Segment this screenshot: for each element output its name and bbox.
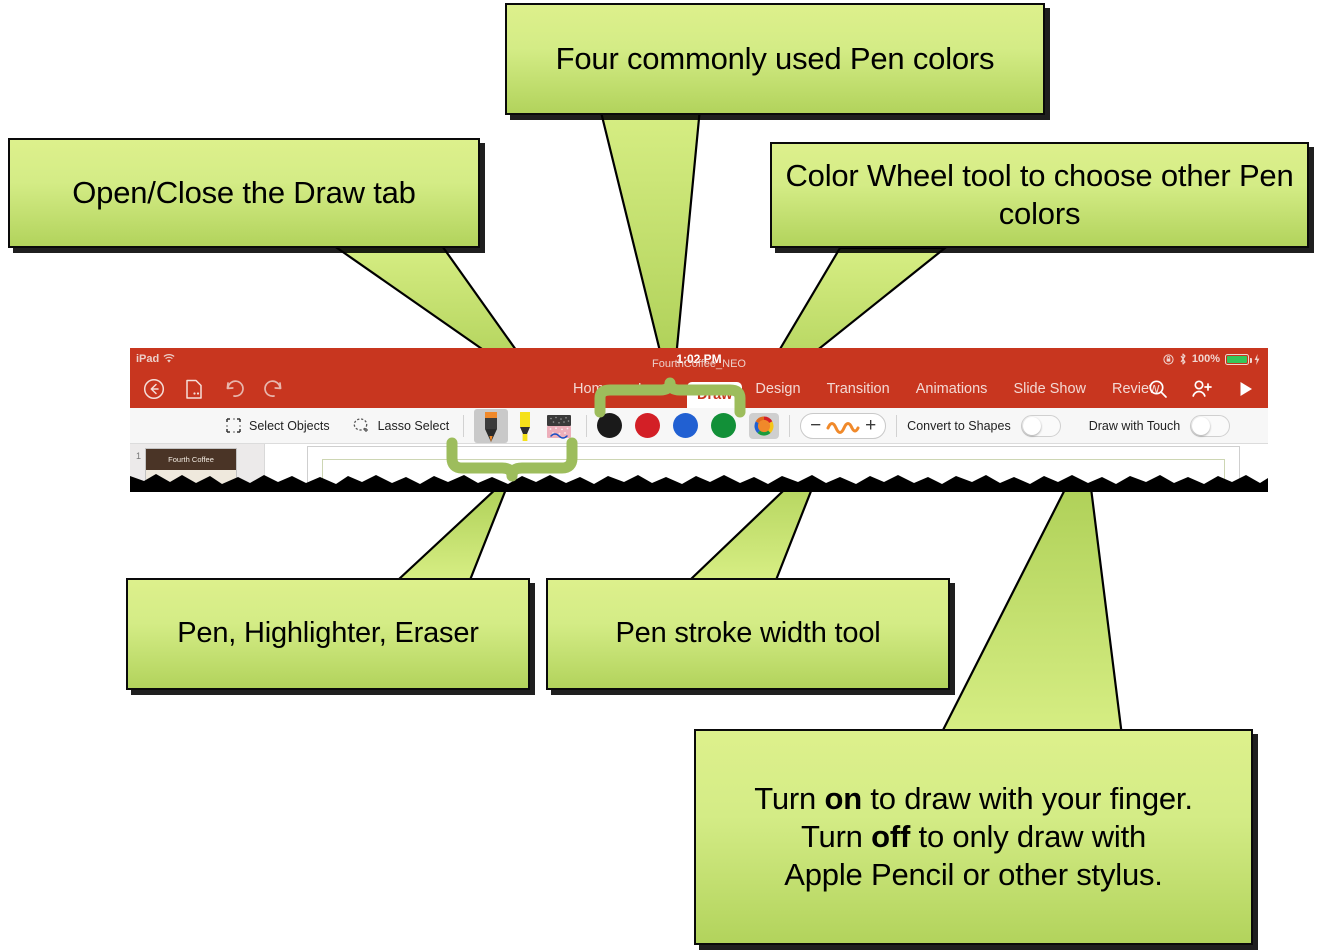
divider [789, 414, 791, 437]
color-swatch-blue[interactable] [673, 413, 699, 438]
width-decrease-button[interactable]: − [810, 416, 821, 435]
callout-pen-colors: Four commonly used Pen colors [505, 3, 1045, 115]
divider [896, 414, 898, 437]
callout-draw-tab: Open/Close the Draw tab [8, 138, 480, 248]
back-arrow-icon[interactable] [142, 377, 166, 401]
draw-with-touch-label: Draw with Touch [1088, 418, 1181, 433]
tab-animations[interactable]: Animations [903, 370, 1001, 408]
dwt-l1a: Turn [754, 781, 825, 817]
width-increase-button[interactable]: + [865, 416, 876, 435]
ribbon-right-actions [1146, 377, 1258, 401]
slide-thumbnail-title: Fourth Coffee [146, 449, 237, 470]
ipad-powerpoint-screenshot: iPad 1:02 PM 100% FourthCoffee_NEO Home … [130, 348, 1268, 488]
tab-slide-show[interactable]: Slide Show [1000, 370, 1099, 408]
lasso-select-icon [353, 418, 368, 432]
color-wheel-icon [754, 416, 774, 436]
ppt-ribbon: FourthCoffee_NEO Home Insert Draw Design… [130, 358, 1268, 408]
callout-stroke-width-text: Pen stroke width tool [615, 617, 881, 650]
ribbon-tabs: Home Insert Draw Design Transition Anima… [560, 370, 1173, 408]
pen-color-swatches [597, 412, 780, 439]
eraser-icon [547, 414, 572, 439]
select-objects-button[interactable]: Select Objects [225, 417, 330, 434]
tab-home[interactable]: Home [560, 370, 625, 408]
highlighter-icon [520, 411, 531, 441]
eraser-tool-button[interactable] [542, 409, 576, 443]
callout-pen-tools: Pen, Highlighter, Eraser [126, 578, 530, 690]
ribbon-left-actions [130, 377, 286, 401]
tab-insert[interactable]: Insert [625, 370, 687, 408]
highlighter-tool-button[interactable] [508, 409, 542, 443]
pen-stroke-width-tool[interactable]: − + [800, 412, 887, 439]
dwt-on: on [824, 781, 862, 817]
color-wheel-button[interactable] [749, 412, 780, 439]
callout-pen-tools-text: Pen, Highlighter, Eraser [177, 617, 479, 650]
divider [586, 414, 588, 437]
callout-pen-colors-text: Four commonly used Pen colors [555, 41, 995, 77]
callout-draw-with-touch: Turn on to draw with your finger. Turn o… [694, 729, 1253, 945]
convert-to-shapes-toggle[interactable] [1020, 414, 1061, 437]
divider [463, 414, 465, 437]
select-objects-icon [226, 418, 241, 433]
pen-icon [485, 411, 498, 442]
callout-color-wheel-text: Color Wheel tool to choose other Pen col… [785, 158, 1294, 231]
annotated-screenshot: iPad 1:02 PM 100% FourthCoffee_NEO Home … [0, 0, 1317, 952]
color-swatch-black[interactable] [597, 413, 623, 438]
tab-transition[interactable]: Transition [814, 370, 903, 408]
dwt-l3: Apple Pencil or other stylus. [784, 856, 1163, 892]
undo-icon[interactable] [222, 377, 246, 401]
dwt-l1c: to draw with your finger. [861, 781, 1193, 817]
callout-stroke-width: Pen stroke width tool [546, 578, 950, 690]
callout-draw-tab-text: Open/Close the Draw tab [72, 175, 416, 211]
file-menu-icon[interactable] [182, 377, 206, 401]
dwt-l2a: Turn [800, 819, 872, 855]
pen-tool-button[interactable] [474, 408, 509, 443]
dwt-l2c: to only draw with [910, 819, 1147, 855]
document-name: FourthCoffee_NEO [652, 358, 746, 370]
search-icon[interactable] [1146, 377, 1170, 401]
wavy-stroke-icon [826, 421, 860, 434]
torn-paper-edge [130, 474, 1268, 492]
select-objects-label: Select Objects [249, 418, 330, 433]
convert-to-shapes-label: Convert to Shapes [907, 418, 1011, 433]
color-swatch-green[interactable] [711, 413, 737, 438]
draw-with-touch-toggle[interactable] [1190, 414, 1231, 437]
color-swatch-red[interactable] [635, 413, 661, 438]
tab-draw[interactable]: Draw [686, 382, 743, 408]
draw-toolbar: Select Objects Lasso Select − + Convert … [130, 408, 1268, 444]
dwt-off: off [871, 819, 911, 855]
lasso-select-button[interactable]: Lasso Select [352, 417, 450, 434]
lasso-select-label: Lasso Select [377, 418, 450, 433]
redo-icon[interactable] [262, 377, 286, 401]
play-slideshow-icon[interactable] [1234, 377, 1258, 401]
add-person-icon[interactable] [1190, 377, 1214, 401]
tab-design[interactable]: Design [742, 370, 813, 408]
callout-color-wheel: Color Wheel tool to choose other Pen col… [770, 142, 1309, 248]
callout-draw-with-touch-text: Turn on to draw with your finger. Turn o… [742, 780, 1205, 893]
